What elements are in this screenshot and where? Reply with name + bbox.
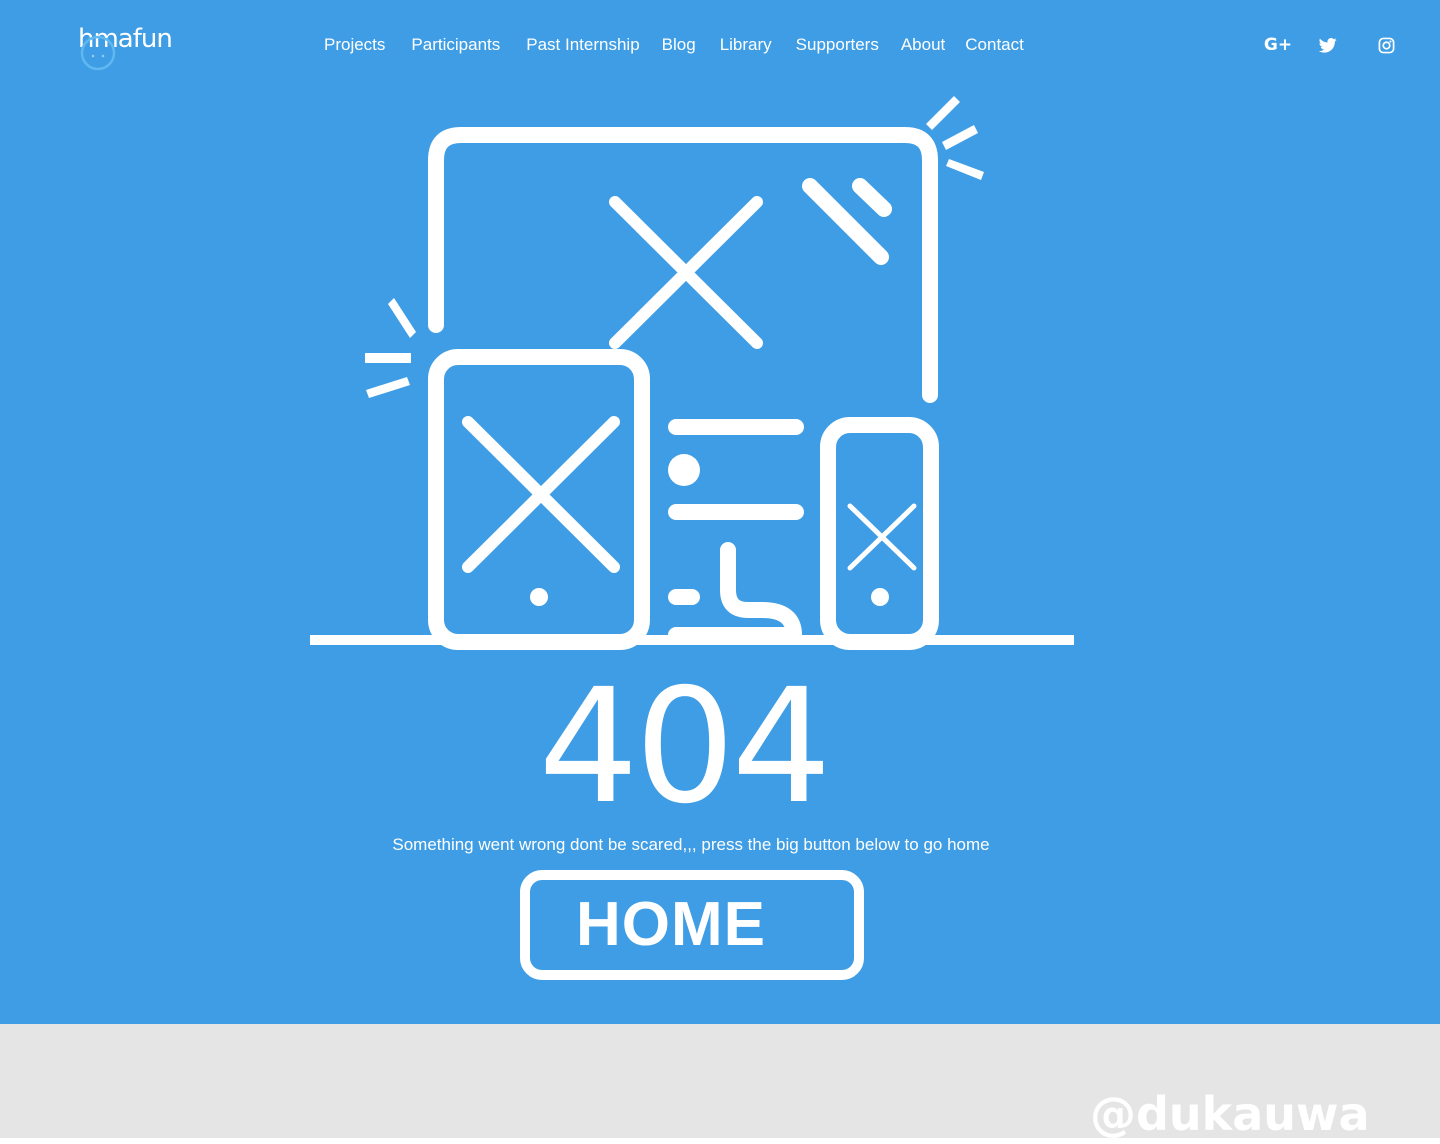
error-message: Something went wrong dont be scared,,, p… xyxy=(392,835,990,854)
home-button[interactable]: HOME xyxy=(520,870,864,980)
nav-link-library[interactable]: Library xyxy=(720,35,772,55)
site-logo[interactable]: hmafun xyxy=(76,24,173,72)
nav-link-projects[interactable]: Projects xyxy=(324,35,385,55)
nav-link-contact[interactable]: Contact xyxy=(965,35,1024,55)
nav-link-about[interactable]: About xyxy=(901,35,945,55)
instagram-icon[interactable] xyxy=(1376,34,1396,56)
broken-devices-icon xyxy=(310,96,1074,650)
nav-link-past-internship[interactable]: Past Internship xyxy=(526,35,639,55)
nav-link-blog[interactable]: Blog xyxy=(662,35,696,55)
nav-link-participants[interactable]: Participants xyxy=(411,35,500,55)
hero-section: hmafun Projects Participants Past Intern… xyxy=(0,0,1440,1024)
smiley-icon xyxy=(80,35,116,71)
error-code: 404 xyxy=(538,655,832,839)
twitter-icon[interactable] xyxy=(1317,34,1339,56)
watermark: @dukauwa xyxy=(1090,1087,1370,1141)
google-plus-icon[interactable]: G+ xyxy=(1264,34,1292,56)
main-nav: Projects Participants Past Internship Bl… xyxy=(324,34,1024,56)
nav-link-supporters[interactable]: Supporters xyxy=(796,35,879,55)
